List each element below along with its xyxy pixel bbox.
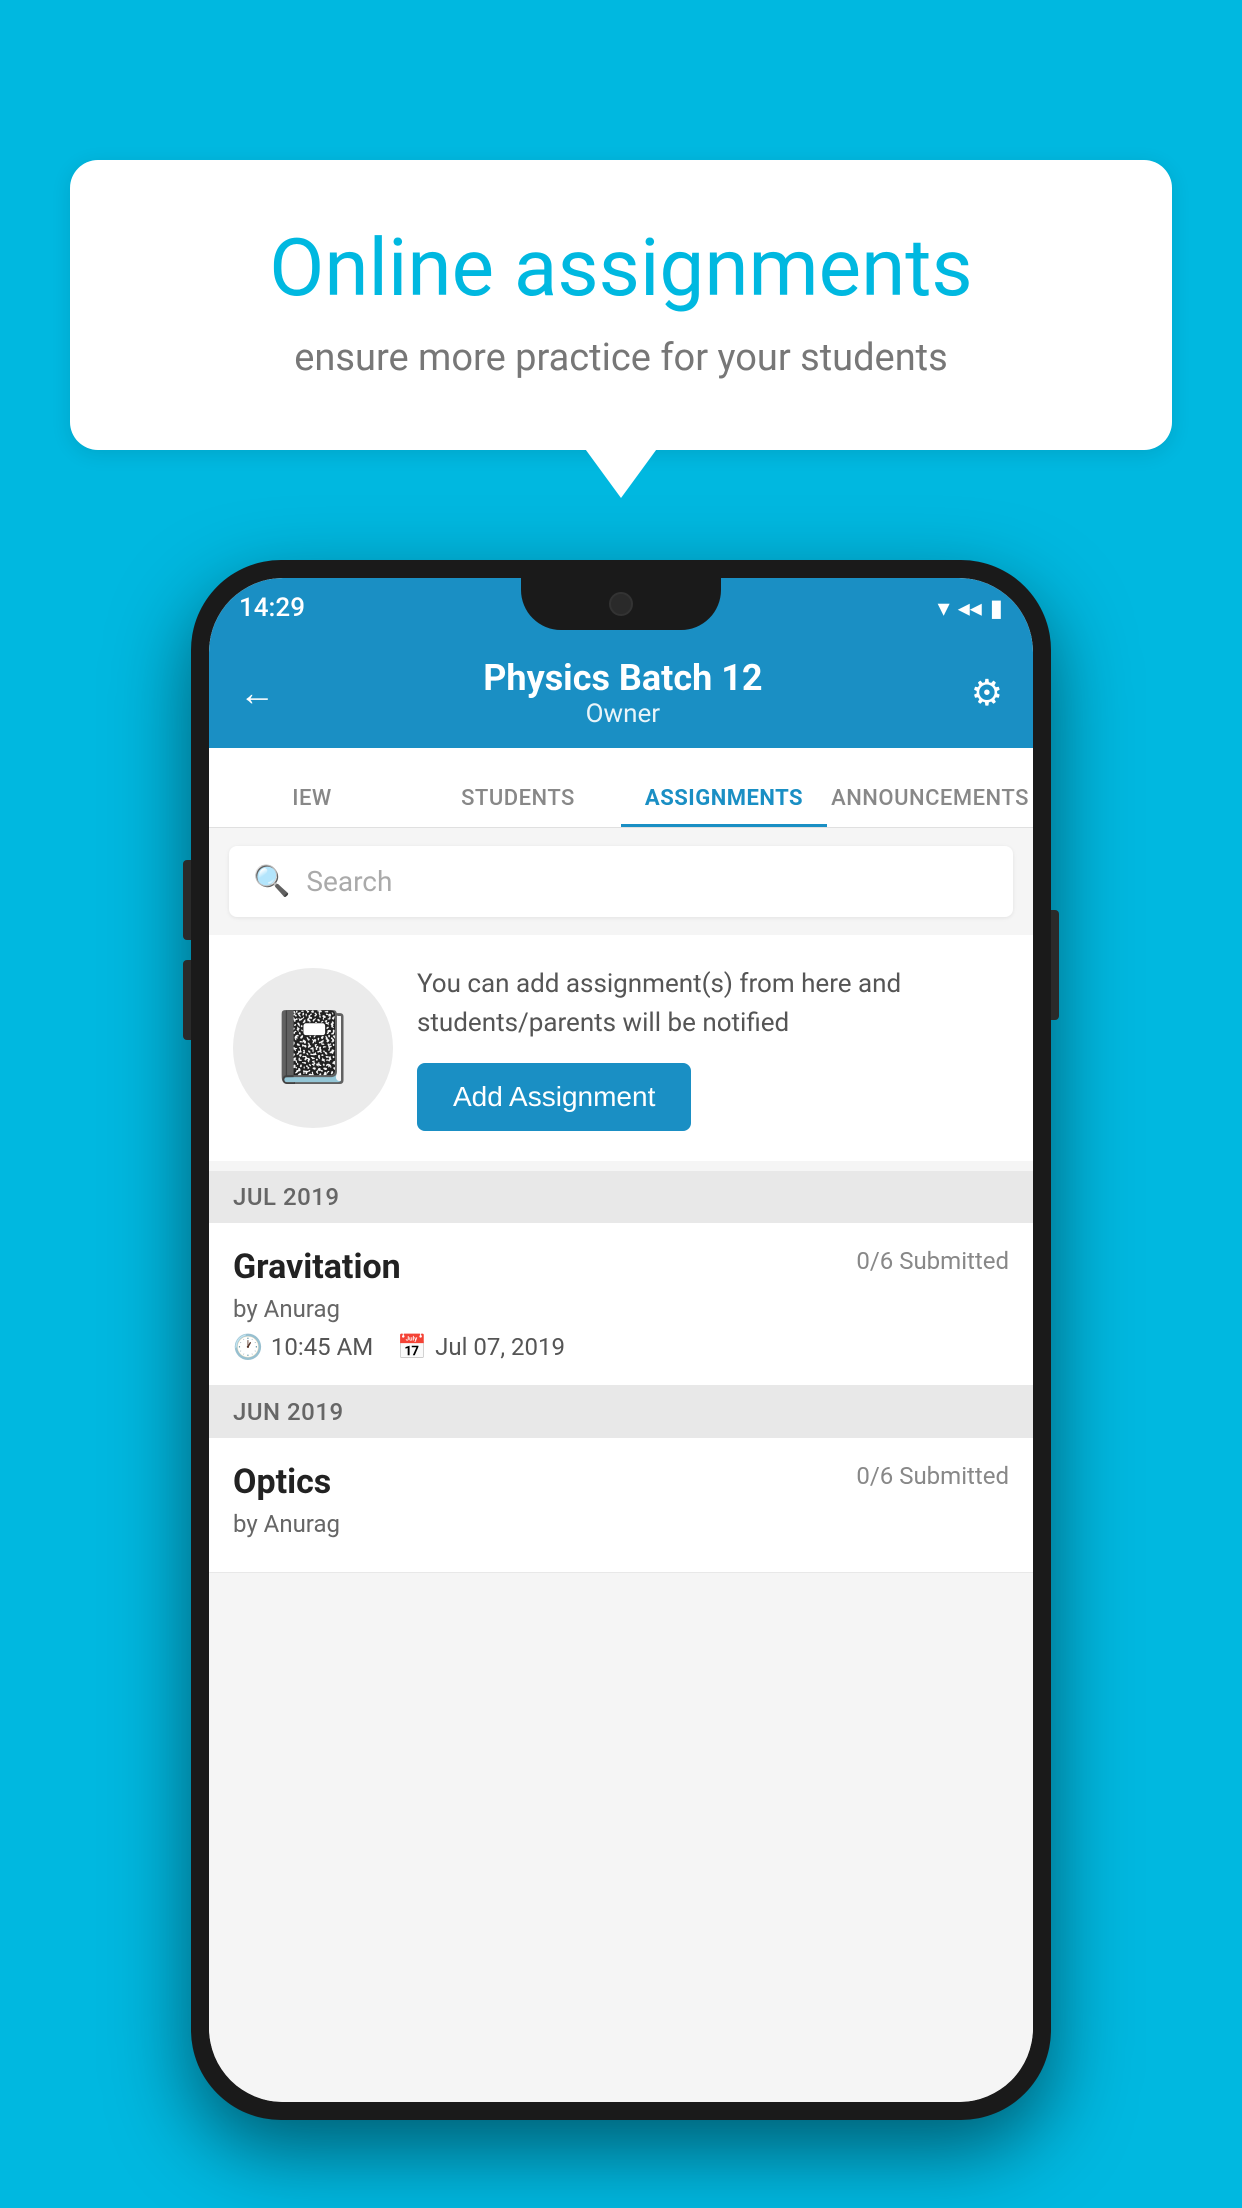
meta-date-gravitation: 📅 Jul 07, 2019: [397, 1333, 565, 1361]
assignment-title-gravitation: Gravitation: [233, 1247, 401, 1287]
phone-screen: 14:29 ▾ ◂◂ ▮ ← Physics Batch 12 Owner ⚙: [209, 578, 1033, 2102]
status-icons: ▾ ◂◂ ▮: [938, 594, 1003, 622]
assignment-meta-gravitation: 🕐 10:45 AM 📅 Jul 07, 2019: [233, 1333, 1009, 1361]
search-input[interactable]: Search: [306, 865, 392, 898]
assignment-title-optics: Optics: [233, 1462, 331, 1502]
phone-notch: [521, 578, 721, 630]
battery-icon: ▮: [990, 594, 1003, 622]
section-header-jul: JUL 2019: [209, 1171, 1033, 1223]
status-time: 14:29: [239, 593, 305, 623]
back-button[interactable]: ←: [239, 672, 275, 714]
section-header-jun: JUN 2019: [209, 1386, 1033, 1438]
assignment-top-row-optics: Optics 0/6 Submitted: [233, 1462, 1009, 1502]
calendar-icon: 📅: [397, 1333, 427, 1361]
assignment-submitted-optics: 0/6 Submitted: [856, 1462, 1009, 1490]
section-header-jun-label: JUN 2019: [233, 1398, 344, 1426]
signal-icon: ◂◂: [958, 594, 982, 622]
search-container[interactable]: 🔍 Search: [229, 846, 1013, 917]
front-camera: [609, 592, 633, 616]
phone-shell: 14:29 ▾ ◂◂ ▮ ← Physics Batch 12 Owner ⚙: [191, 560, 1051, 2120]
wifi-icon: ▾: [938, 594, 950, 622]
notebook-icon: 📓: [269, 1007, 356, 1089]
section-header-jul-label: JUL 2019: [233, 1183, 340, 1211]
tab-students[interactable]: STUDENTS: [415, 786, 621, 827]
promo-icon-circle: 📓: [233, 968, 393, 1128]
volume-down-button: [183, 960, 191, 1040]
tab-announcements[interactable]: ANNOUNCEMENTS: [827, 786, 1033, 827]
header-center: Physics Batch 12 Owner: [483, 657, 762, 729]
tab-iew-label: IEW: [292, 786, 332, 811]
tab-announcements-label: ANNOUNCEMENTS: [831, 786, 1029, 811]
volume-up-button: [183, 860, 191, 940]
meta-date-value: Jul 07, 2019: [435, 1333, 565, 1361]
clock-icon: 🕐: [233, 1333, 263, 1361]
tab-assignments[interactable]: ASSIGNMENTS: [621, 786, 827, 827]
app-header: ← Physics Batch 12 Owner ⚙: [209, 638, 1033, 748]
bubble-subtitle: ensure more practice for your students: [150, 336, 1092, 380]
meta-time-value: 10:45 AM: [271, 1333, 373, 1361]
assignment-item-gravitation[interactable]: Gravitation 0/6 Submitted by Anurag 🕐 10…: [209, 1223, 1033, 1386]
phone-device: 14:29 ▾ ◂◂ ▮ ← Physics Batch 12 Owner ⚙: [191, 560, 1051, 2120]
promo-box: 📓 You can add assignment(s) from here an…: [209, 935, 1033, 1161]
settings-button[interactable]: ⚙: [971, 672, 1003, 714]
power-button: [1051, 910, 1059, 1020]
header-subtitle: Owner: [483, 699, 762, 729]
screen-content: 14:29 ▾ ◂◂ ▮ ← Physics Batch 12 Owner ⚙: [209, 578, 1033, 2102]
promo-text-area: You can add assignment(s) from here and …: [417, 965, 1009, 1131]
tab-students-label: STUDENTS: [461, 786, 575, 811]
tab-bar: IEW STUDENTS ASSIGNMENTS ANNOUNCEMENTS: [209, 748, 1033, 828]
tab-iew[interactable]: IEW: [209, 786, 415, 827]
content-area: 🔍 Search 📓 You can add assignment(s) fro…: [209, 828, 1033, 2102]
promo-description: You can add assignment(s) from here and …: [417, 965, 1009, 1043]
assignment-top-row: Gravitation 0/6 Submitted: [233, 1247, 1009, 1287]
speech-bubble: Online assignments ensure more practice …: [70, 160, 1172, 450]
tab-assignments-label: ASSIGNMENTS: [645, 786, 803, 811]
add-assignment-button[interactable]: Add Assignment: [417, 1063, 691, 1131]
search-icon: 🔍: [253, 864, 290, 899]
assignment-item-optics[interactable]: Optics 0/6 Submitted by Anurag: [209, 1438, 1033, 1573]
bubble-title: Online assignments: [150, 220, 1092, 316]
speech-bubble-area: Online assignments ensure more practice …: [70, 160, 1172, 450]
meta-time-gravitation: 🕐 10:45 AM: [233, 1333, 373, 1361]
assignment-submitted-gravitation: 0/6 Submitted: [856, 1247, 1009, 1275]
assignment-by-gravitation: by Anurag: [233, 1295, 1009, 1323]
assignment-by-optics: by Anurag: [233, 1510, 1009, 1538]
header-title: Physics Batch 12: [483, 657, 762, 699]
